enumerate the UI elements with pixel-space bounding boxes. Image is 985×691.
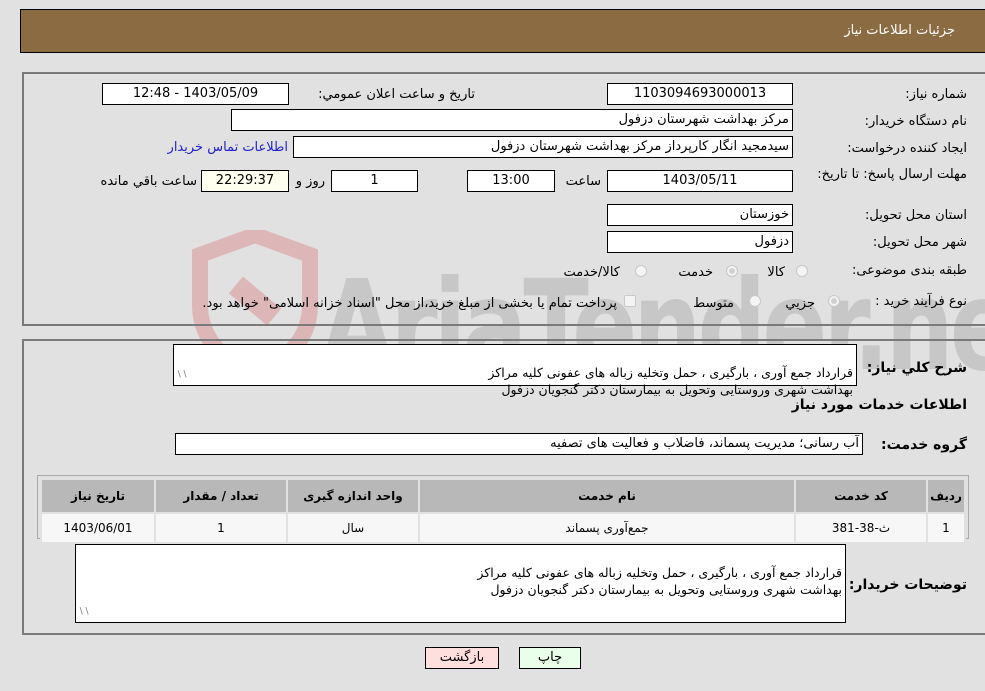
need-number-field: 1103094693000013: [607, 83, 793, 105]
purchase-type-label: نوع فرآیند خرید :: [875, 294, 967, 309]
treasury-checkbox[interactable]: [624, 295, 636, 307]
category-option-service: خدمت: [678, 265, 713, 280]
description-textarea[interactable]: قرارداد جمع آوری ، بارگیری ، حمل وتخلیه …: [173, 344, 857, 397]
category-radio-goods-service[interactable]: [635, 265, 647, 277]
service-group-label: گروه خدمت:: [881, 437, 967, 453]
province-field: خوزستان: [607, 204, 793, 226]
buyer-org-field: مرکز بهداشت شهرستان دزفول: [231, 109, 793, 131]
requester-field: سیدمجید انگار کارپرداز مرکز بهداشت شهرست…: [293, 136, 793, 158]
category-label: طبقه بندی موضوعی:: [851, 263, 967, 278]
purchase-radio-medium[interactable]: [749, 295, 761, 307]
resize-grip-icon[interactable]: ∖∖: [78, 604, 89, 621]
province-label: استان محل تحویل:: [865, 208, 967, 223]
buyer-notes-textarea[interactable]: قرارداد جمع آوری ، بارگیری ، حمل وتخلیه …: [75, 544, 846, 623]
purchase-option-medium: متوسط: [693, 296, 734, 311]
deadline-time-field: 13:00: [467, 170, 555, 192]
col-service-name: نام خدمت: [418, 478, 796, 514]
cell-unit: سال: [286, 512, 420, 544]
col-unit: واحد اندازه گیری: [286, 478, 420, 514]
requester-label: ایجاد کننده درخواست:: [847, 141, 967, 156]
page-header: جزئیات اطلاعات نیاز: [20, 9, 985, 53]
category-radio-service[interactable]: [726, 265, 738, 277]
days-label: روز و: [295, 174, 325, 189]
service-group-field: آب رسانی؛ مدیریت پسماند، فاضلاب و فعالیت…: [175, 433, 863, 455]
description-text: قرارداد جمع آوری ، بارگیری ، حمل وتخلیه …: [488, 365, 853, 397]
city-label: شهر محل تحویل:: [872, 235, 967, 250]
buyer-org-label: نام دستگاه خریدار:: [864, 114, 967, 129]
table-row: 1 ث-38-381 جمع‌آوری پسماند سال 1 1403/06…: [40, 512, 966, 544]
deadline-label: مهلت ارسال پاسخ: تا تاریخ:: [817, 167, 967, 182]
purchase-option-minor: جزیي: [785, 296, 815, 311]
time-remaining-label: ساعت باقي مانده: [100, 174, 197, 189]
col-row-number: ردیف: [926, 478, 966, 514]
buyer-notes-text: قرارداد جمع آوری ، بارگیری ، حمل وتخلیه …: [477, 565, 842, 597]
days-remaining-field: 1: [331, 170, 418, 192]
cell-row-number: 1: [926, 512, 966, 544]
city-field: دزفول: [607, 231, 793, 253]
buyer-contact-link[interactable]: اطلاعات تماس خریدار: [168, 140, 288, 155]
buyer-notes-label: توضیحات خریدار:: [848, 577, 967, 593]
announce-datetime-label: تاریخ و ساعت اعلان عمومي:: [318, 87, 475, 102]
resize-grip-icon[interactable]: ∖∖: [176, 367, 187, 384]
need-number-label: شماره نیاز:: [905, 87, 967, 102]
col-service-code: کد خدمت: [794, 478, 928, 514]
table-header-row: ردیف کد خدمت نام خدمت واحد اندازه گیری ت…: [40, 478, 966, 514]
cell-service-code: ث-38-381: [794, 512, 928, 544]
deadline-date-field: 1403/05/11: [607, 170, 793, 192]
category-option-goods: کالا: [767, 265, 785, 280]
category-radio-goods[interactable]: [796, 265, 808, 277]
print-button[interactable]: چاپ: [519, 647, 581, 669]
page-title: جزئیات اطلاعات نیاز: [844, 23, 955, 38]
col-need-date: تاریخ نیاز: [40, 478, 156, 514]
time-remaining-field: 22:29:37: [201, 170, 289, 192]
back-button[interactable]: بازگشت: [425, 647, 499, 669]
col-quantity: تعداد / مقدار: [154, 478, 288, 514]
cell-quantity: 1: [154, 512, 288, 544]
deadline-time-label: ساعت: [565, 174, 601, 189]
treasury-note: پرداخت تمام یا بخشی از مبلغ خرید،از محل …: [202, 296, 617, 311]
description-label: شرح کلي نیاز:: [866, 360, 967, 376]
purchase-radio-minor[interactable]: [828, 295, 840, 307]
services-table: ردیف کد خدمت نام خدمت واحد اندازه گیری ت…: [40, 478, 966, 544]
cell-service-name: جمع‌آوری پسماند: [418, 512, 796, 544]
cell-need-date: 1403/06/01: [40, 512, 156, 544]
announce-datetime-field: 1403/05/09 - 12:48: [102, 83, 289, 105]
services-section-title: اطلاعات خدمات مورد نیاز: [791, 397, 967, 413]
category-option-goods-service: کالا/خدمت: [563, 265, 620, 280]
